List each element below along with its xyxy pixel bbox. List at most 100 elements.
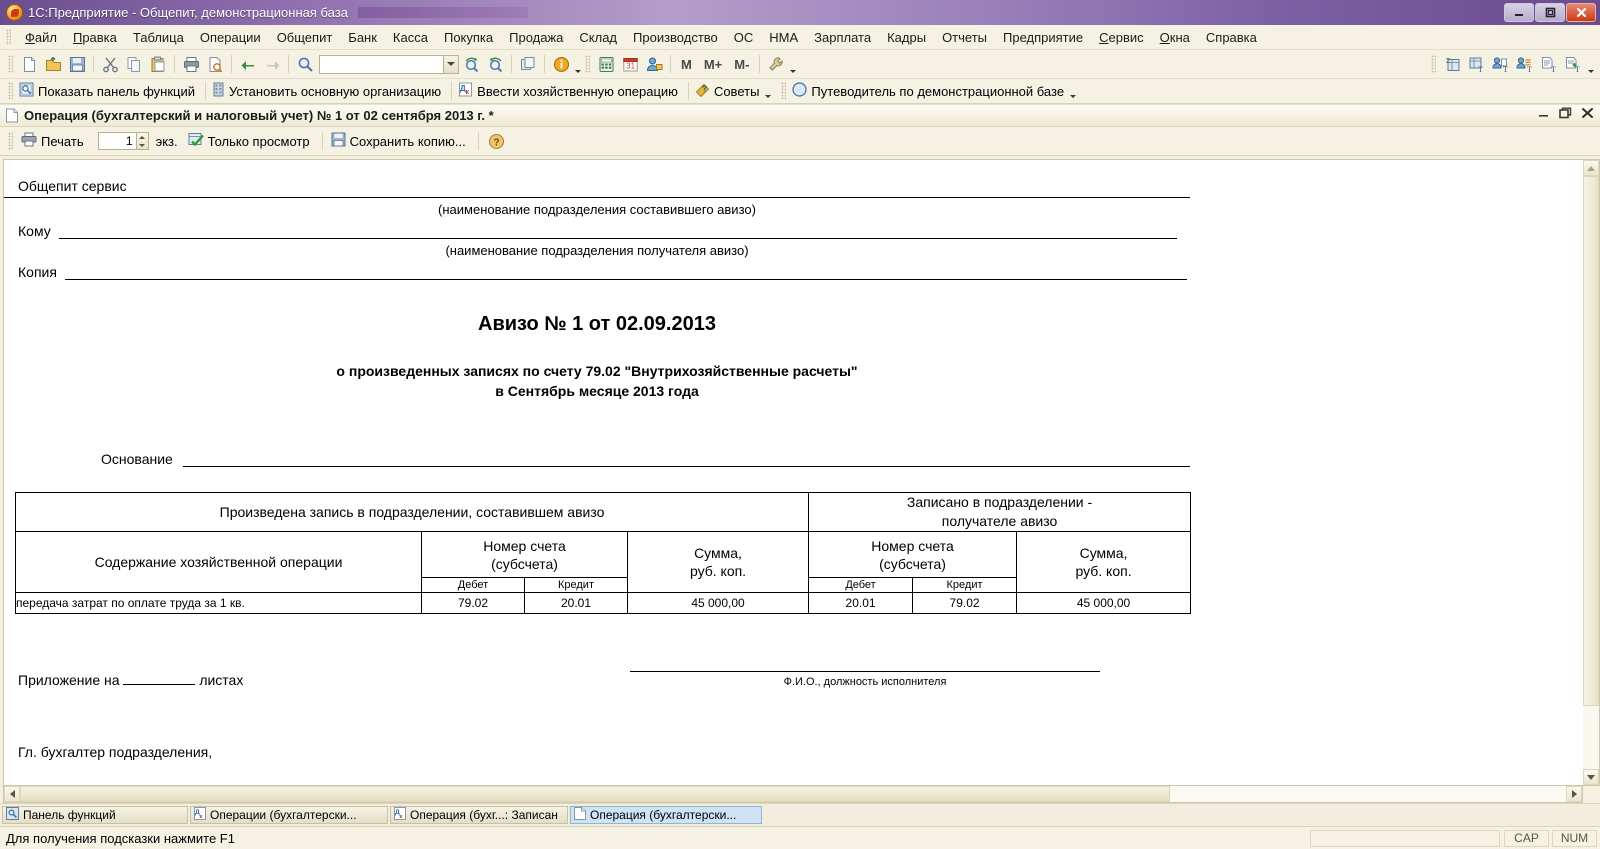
search-next-icon[interactable] — [459, 52, 483, 76]
copy-icon[interactable] — [122, 52, 146, 76]
taskbar-item-operation-saved[interactable]: Дк Операция (бухг...: Записан — [390, 806, 568, 824]
user-account-icon[interactable] — [642, 52, 666, 76]
far-right-dropdown-icon[interactable] — [1584, 53, 1600, 76]
menu-item-os[interactable]: ОС — [726, 28, 762, 47]
memory-subtract-button[interactable]: M- — [728, 57, 755, 72]
menu-item-warehouse[interactable]: Склад — [571, 28, 625, 47]
copy-window-icon[interactable] — [516, 52, 540, 76]
copies-decrement[interactable] — [137, 141, 148, 149]
tools-dropdown-icon[interactable] — [788, 53, 796, 76]
menu-item-sale[interactable]: Продажа — [501, 28, 571, 47]
search-combo[interactable] — [319, 55, 459, 74]
calendar-icon[interactable]: 31 — [618, 52, 642, 76]
open-folder-icon[interactable] — [41, 52, 65, 76]
taskbar-item-function-panel[interactable]: Панель функций — [2, 806, 188, 824]
show-function-panel-button[interactable]: Показать панель функций — [17, 81, 201, 101]
basis-value-line[interactable] — [183, 447, 1190, 467]
maximize-restore-button[interactable] — [1535, 3, 1565, 22]
sum-report-icon[interactable]: Σ — [1440, 52, 1464, 76]
table-text-icon[interactable]: T — [1464, 52, 1488, 76]
horizontal-scroll-thumb[interactable] — [20, 786, 1170, 802]
tips-dropdown-icon[interactable] — [763, 82, 771, 100]
set-main-organization-button[interactable]: Установить основную организацию — [210, 81, 447, 101]
vertical-scroll-track[interactable] — [1583, 706, 1599, 769]
horizontal-scrollbar[interactable] — [3, 786, 1583, 803]
menu-item-nma[interactable]: НМА — [761, 28, 806, 47]
menu-item-enterprise[interactable]: Предприятие — [995, 28, 1091, 47]
attachment-blank[interactable] — [123, 684, 195, 685]
memory-recall-button[interactable]: M — [675, 57, 698, 72]
menu-item-production[interactable]: Производство — [625, 28, 726, 47]
print-icon[interactable] — [179, 52, 203, 76]
horizontal-scroll-track[interactable] — [1170, 786, 1566, 802]
calculator-icon[interactable] — [594, 52, 618, 76]
menu-item-file[interactable]: Файл — [17, 28, 65, 47]
memory-add-button[interactable]: M+ — [698, 57, 728, 72]
to-value-line[interactable] — [59, 219, 1177, 239]
enter-business-operation-button[interactable]: Дк Ввести хозяйственную операцию — [456, 81, 684, 101]
scroll-down-button[interactable] — [1583, 769, 1599, 785]
menu-item-table[interactable]: Таблица — [125, 28, 192, 47]
info-dropdown-icon[interactable] — [573, 53, 581, 76]
undo-arrow-icon[interactable] — [236, 52, 260, 76]
user-text-icon[interactable]: T — [1488, 52, 1512, 76]
signature-line[interactable] — [630, 655, 1100, 672]
menu-item-purchase[interactable]: Покупка — [436, 28, 501, 47]
view-only-button[interactable]: Только просмотр — [186, 131, 316, 151]
doc-text-icon[interactable]: T — [1536, 52, 1560, 76]
toolbar-grip[interactable] — [8, 132, 13, 150]
scroll-up-button[interactable] — [1583, 160, 1599, 176]
copies-stepper[interactable] — [98, 132, 149, 150]
wrench-icon[interactable] — [764, 52, 788, 76]
save-copy-button[interactable]: Сохранить копию... — [329, 131, 472, 151]
search-prev-icon[interactable] — [483, 52, 507, 76]
toolbar-grip[interactable] — [1431, 55, 1436, 73]
toolbar-grip[interactable] — [585, 55, 590, 73]
menu-item-cash[interactable]: Касса — [385, 28, 436, 47]
cut-scissors-icon[interactable] — [98, 52, 122, 76]
menu-item-windows[interactable]: Окна — [1152, 28, 1198, 47]
mdi-close-button[interactable] — [1581, 107, 1594, 122]
help-question-icon[interactable]: ? — [485, 129, 509, 153]
toolbar-grip[interactable] — [8, 82, 13, 100]
copies-input[interactable] — [98, 132, 136, 150]
demo-guide-button[interactable]: Путеводитель по демонстрационной базе — [790, 81, 1082, 101]
minimize-button[interactable] — [1504, 3, 1534, 22]
paste-icon[interactable] — [146, 52, 170, 76]
tips-button[interactable]: ? Советы — [693, 81, 777, 101]
copies-increment[interactable] — [137, 133, 148, 141]
menubar-grip[interactable] — [6, 29, 11, 45]
toolbar-grip[interactable] — [781, 82, 786, 100]
chevron-down-icon[interactable] — [443, 56, 458, 73]
menu-item-bank[interactable]: Банк — [340, 28, 385, 47]
taskbar-item-operation-print[interactable]: Операция (бухгалтерски... — [570, 806, 762, 824]
close-button[interactable] — [1566, 3, 1596, 22]
vertical-scrollbar[interactable] — [1583, 159, 1600, 786]
copy-value-line[interactable] — [65, 260, 1187, 280]
new-document-icon[interactable] — [17, 52, 41, 76]
search-input[interactable] — [320, 56, 443, 72]
menu-item-salary[interactable]: Зарплата — [806, 28, 879, 47]
search-magnifier-icon[interactable] — [293, 52, 317, 76]
copies-spinner-arrows[interactable] — [136, 132, 149, 150]
mdi-minimize-button[interactable] — [1538, 107, 1550, 122]
user-list-icon[interactable]: T — [1512, 52, 1536, 76]
doc-add-icon[interactable]: T — [1560, 52, 1584, 76]
menu-item-help[interactable]: Справка — [1198, 28, 1265, 47]
menu-item-catering[interactable]: Общепит — [269, 28, 341, 47]
menu-item-service[interactable]: Сервис — [1091, 28, 1152, 47]
toolbar-grip[interactable] — [8, 55, 13, 73]
demo-guide-dropdown-icon[interactable] — [1068, 82, 1076, 100]
print-button[interactable]: Печать — [19, 131, 90, 151]
menu-item-operations[interactable]: Операции — [192, 28, 269, 47]
vertical-scroll-thumb[interactable] — [1583, 176, 1599, 706]
mdi-restore-button[interactable] — [1559, 107, 1572, 122]
taskbar-item-operations-journal[interactable]: Дк Операции (бухгалтерски... — [190, 806, 388, 824]
print-preview-icon[interactable] — [203, 52, 227, 76]
table-row[interactable]: передача затрат по оплате труда за 1 кв.… — [16, 593, 1191, 614]
menu-item-reports[interactable]: Отчеты — [934, 28, 995, 47]
menu-item-hr[interactable]: Кадры — [879, 28, 934, 47]
scroll-left-button[interactable] — [4, 786, 20, 802]
info-icon[interactable] — [549, 52, 573, 76]
save-icon[interactable] — [65, 52, 89, 76]
